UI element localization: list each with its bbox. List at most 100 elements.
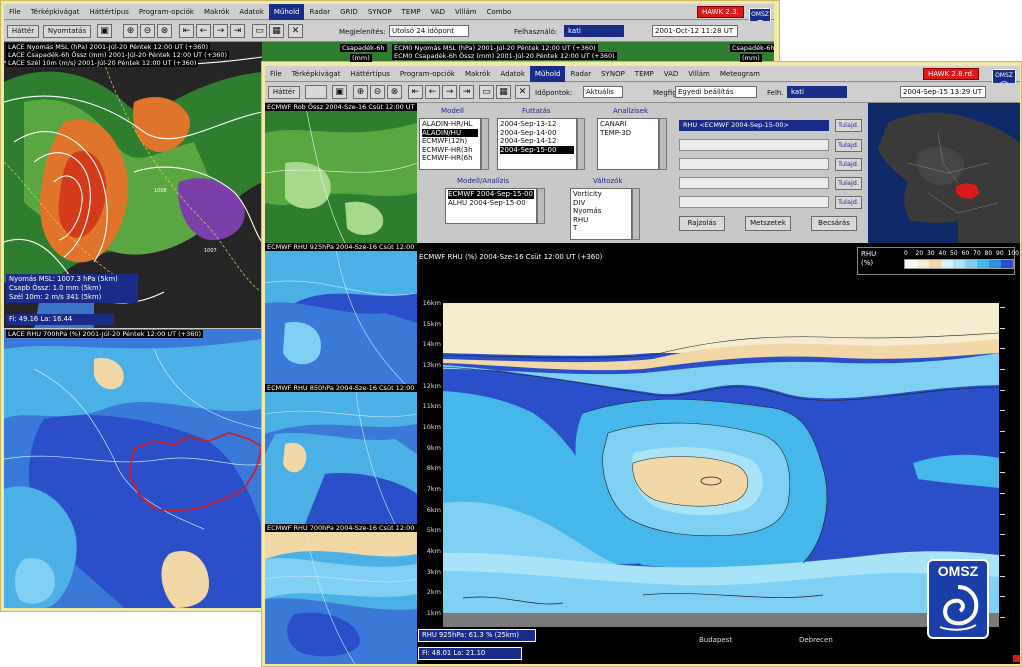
back-rhu-map[interactable]: LACE RHU 700hPa (%) 2001-Júl-20 Péntek 1… xyxy=(4,329,262,608)
back-nyomtatas-button[interactable]: Nyomtatás xyxy=(43,25,91,38)
futtatas-list-item[interactable]: 2004-Sep-13-12 xyxy=(500,120,574,129)
variable-slot-3[interactable] xyxy=(679,158,829,170)
back-menu-item[interactable]: GRID xyxy=(335,4,363,20)
rhu-cross-section-plot[interactable] xyxy=(443,303,999,627)
selected-variable-slot[interactable]: RHU <ECMWF 2004-Sep-15-00> xyxy=(679,120,829,131)
front-felh-field[interactable]: kati xyxy=(787,86,847,98)
grid-layout-icon[interactable]: ▦ xyxy=(269,24,284,38)
loop-icon[interactable]: ▭ xyxy=(252,24,267,38)
zoom-out-icon[interactable]: ⊖ xyxy=(370,85,385,99)
back-menu-item[interactable]: Makrók xyxy=(199,4,234,20)
modell-list-item[interactable]: ECMWF(12h) xyxy=(422,137,478,146)
variable-slot-4[interactable] xyxy=(679,177,829,189)
previous-frame-icon[interactable]: ← xyxy=(196,24,211,38)
modell-analizis-list[interactable]: ECMWF 2004-Sep-15-00 ALHU 2004-Sep-15-00 xyxy=(445,188,537,224)
modell-list-item[interactable]: ALADIN/HU xyxy=(422,128,478,137)
front-menu-item[interactable]: SYNOP xyxy=(596,66,630,82)
front-menu-item[interactable]: Adatok xyxy=(495,66,529,82)
valtozok-list-item[interactable]: DIV xyxy=(573,199,629,208)
loop-icon[interactable]: ▭ xyxy=(479,85,494,99)
first-frame-icon[interactable]: ⇤ xyxy=(179,24,194,38)
front-europe-locator-map[interactable] xyxy=(868,103,1020,243)
front-idopontok-select[interactable]: Aktuális xyxy=(583,86,623,98)
front-map-precip[interactable]: ECMWF Rob Össz 2004-Sze-16 Csüt 12:00 UT xyxy=(265,103,417,243)
modell-scrollbar[interactable] xyxy=(481,118,489,170)
modell-analizis-scrollbar[interactable] xyxy=(537,188,545,224)
back-menu-item[interactable]: Adatok xyxy=(234,4,268,20)
next-frame-icon[interactable]: → xyxy=(442,85,457,99)
last-frame-icon[interactable]: ⇥ xyxy=(230,24,245,38)
tulajd-button-4[interactable]: Tulajd. xyxy=(835,177,862,190)
save-icon[interactable]: ▣ xyxy=(332,85,347,99)
front-map-700[interactable]: ECMWF RHU 700hPa 2004-Sze-16 Csüt 12:00 … xyxy=(265,524,417,664)
analizisek-list-item[interactable]: TEMP-3D xyxy=(600,129,656,138)
front-menu-item[interactable]: Háttértípus xyxy=(345,66,394,82)
front-map-925[interactable]: ECMWF RHU 925hPa 2004-Sze-16 Csüt 12:00 … xyxy=(265,243,417,384)
futtatas-list-item[interactable]: 2004-Sep-14-12 xyxy=(500,137,574,146)
back-felhasznalo-field[interactable]: kati xyxy=(564,25,624,37)
back-menu-item[interactable]: Háttértípus xyxy=(84,4,133,20)
zoom-in-icon[interactable]: ⊕ xyxy=(353,85,368,99)
rajzolas-button[interactable]: Rajzolás xyxy=(679,216,725,231)
close-cross-icon[interactable]: ✕ xyxy=(515,85,530,99)
analizisek-scrollbar[interactable] xyxy=(659,118,667,170)
front-menu-item[interactable]: Műhold xyxy=(529,66,566,82)
save-icon[interactable]: ▣ xyxy=(97,24,112,38)
metszetek-button[interactable]: Metszetek xyxy=(745,216,791,231)
front-menu-item[interactable]: Térképkivágat xyxy=(287,66,346,82)
modell-list-item[interactable]: ECMWF-HR(6h xyxy=(422,154,478,163)
futtatas-list[interactable]: 2004-Sep-13-12 2004-Sep-14-00 2004-Sep-14-… xyxy=(497,118,577,170)
back-menu-item[interactable]: Műhold xyxy=(268,4,305,20)
grid-layout-icon[interactable]: ▦ xyxy=(496,85,511,99)
modell-list-item[interactable]: ECMWF-HR(3h xyxy=(422,146,478,155)
analizisek-list[interactable]: CANARI TEMP-3D xyxy=(597,118,659,170)
back-menu-item[interactable]: SYNOP xyxy=(363,4,397,20)
front-menu-item[interactable]: Villám xyxy=(683,66,715,82)
zoom-region-icon[interactable]: ⊗ xyxy=(157,24,172,38)
close-cross-icon[interactable]: ✕ xyxy=(288,24,303,38)
back-hatter-button[interactable]: Háttér xyxy=(7,25,39,38)
tulajd-button-3[interactable]: Tulajd. xyxy=(835,158,862,171)
back-menu-item[interactable]: File xyxy=(4,4,26,20)
back-menu-item[interactable]: Program-opciók xyxy=(134,4,199,20)
futtatas-scrollbar[interactable] xyxy=(577,118,585,170)
front-menu-item[interactable]: File xyxy=(265,66,287,82)
back-menu-item[interactable]: Combo xyxy=(482,4,517,20)
zoom-in-icon[interactable]: ⊕ xyxy=(123,24,138,38)
back-megjelenites-select[interactable]: Utolsó 24 időpont xyxy=(389,25,469,37)
tulajd-button-2[interactable]: Tulajd. xyxy=(835,139,862,152)
front-menu-item[interactable]: Meteogram xyxy=(715,66,765,82)
back-menu-item[interactable]: VAD xyxy=(426,4,451,20)
valtozok-list-item[interactable]: RHU xyxy=(573,216,629,225)
front-menu-item[interactable]: Radar xyxy=(565,66,596,82)
modell-analizis-list-item[interactable]: ALHU 2004-Sep-15-00 xyxy=(448,199,534,208)
futtatas-list-item[interactable]: 2004-Sep-14-00 xyxy=(500,129,574,138)
back-menu-item[interactable]: Térképkivágat xyxy=(26,4,85,20)
variable-slot-5[interactable] xyxy=(679,196,829,208)
front-beallitas-select[interactable]: Egyedi beállítás xyxy=(675,86,757,98)
variable-slot-2[interactable] xyxy=(679,139,829,151)
becsaras-button[interactable]: Becsárás xyxy=(811,216,857,231)
front-menu-item[interactable]: Makrók xyxy=(460,66,495,82)
modell-list-item[interactable]: ALADIN-HR/HL xyxy=(422,120,478,129)
front-menu-item[interactable]: Program-opciók xyxy=(395,66,460,82)
zoom-region-icon[interactable]: ⊗ xyxy=(387,85,402,99)
back-pressure-map[interactable]: 100810101007 LACE Nyomás MSL (hPa) 2001-… xyxy=(4,42,262,328)
modell-list[interactable]: ALADIN-HR/HL ALADIN/HU ECMWF(12h) ECMWF-HR(… xyxy=(419,118,481,170)
tulajd-button-1[interactable]: Tulajd. xyxy=(835,119,862,132)
back-menu-item[interactable]: Villám xyxy=(450,4,482,20)
back-menu-item[interactable]: Radar xyxy=(304,4,335,20)
valtozok-list-item[interactable]: Vorticity xyxy=(573,190,629,199)
blank-tool-icon[interactable] xyxy=(305,85,327,99)
valtozok-scrollbar[interactable] xyxy=(632,188,640,240)
front-menu-item[interactable]: TEMP xyxy=(630,66,659,82)
valtozok-list-item[interactable]: Nyomás xyxy=(573,207,629,216)
analizisek-list-item[interactable]: CANARI xyxy=(600,120,656,129)
valtozok-list-item[interactable]: T xyxy=(573,224,629,233)
valtozok-list[interactable]: Vorticity DIV Nyomás RHU T xyxy=(570,188,632,240)
futtatas-list-item[interactable]: 2004-Sep-15-00 xyxy=(500,145,574,154)
front-map-850[interactable]: ECMWF RHU 850hPa 2004-Sze-16 Csüt 12:00 … xyxy=(265,384,417,524)
next-frame-icon[interactable]: → xyxy=(213,24,228,38)
first-frame-icon[interactable]: ⇤ xyxy=(408,85,423,99)
last-frame-icon[interactable]: ⇥ xyxy=(459,85,474,99)
